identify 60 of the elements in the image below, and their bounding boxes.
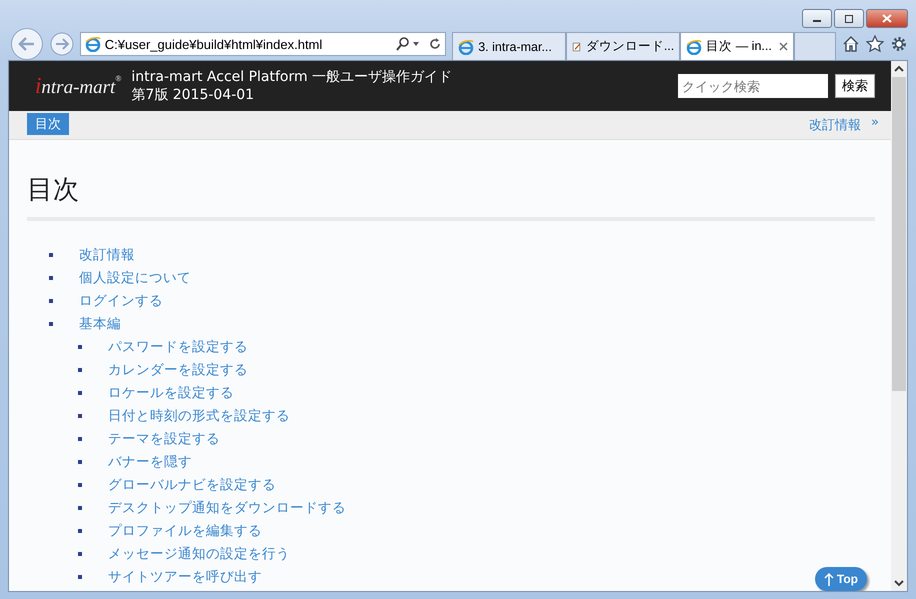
bullet-icon — [49, 322, 53, 326]
toc-link[interactable]: プロファイルを編集する — [108, 522, 262, 540]
arrow-up-icon — [824, 572, 834, 586]
browser-page-icon — [458, 38, 474, 54]
bullet-icon — [78, 506, 82, 510]
toc-link[interactable]: カレンダーを設定する — [108, 360, 248, 378]
toc-link[interactable]: メッセージ通知の設定を行う — [108, 544, 290, 562]
bullet-icon — [78, 528, 82, 532]
top-button[interactable]: Top — [814, 567, 867, 591]
toc-link[interactable]: ロケールを設定する — [108, 384, 234, 402]
address-bar[interactable]: C:¥user_guide¥build¥html¥index.html — [80, 32, 446, 56]
back-button[interactable] — [10, 27, 44, 61]
bullet-icon — [78, 460, 82, 464]
bullet-icon — [78, 482, 82, 486]
bullet-icon — [49, 252, 53, 256]
next-link[interactable]: 改訂情報 — [809, 116, 862, 134]
toc-link[interactable]: ログインする — [79, 292, 163, 310]
search-field[interactable]: クイック検索 — [678, 74, 828, 98]
toc-link[interactable]: 改訂情報 — [79, 246, 135, 264]
guide-title: intra-mart Accel Platform 一般ユーザ操作ガイド — [131, 68, 454, 86]
browser-tab[interactable]: 目次 — in... — [680, 32, 794, 60]
bullet-icon — [78, 552, 82, 556]
browser-page-icon — [84, 36, 101, 52]
edition-text: 第7版 2015-04-01 — [131, 86, 256, 104]
toc-link[interactable]: テーマを設定する — [108, 430, 220, 448]
search-button[interactable]: 検索 — [835, 74, 875, 98]
toc-link[interactable]: デスクトップ通知をダウンロードする — [108, 498, 346, 516]
toc-link[interactable]: グローバルナビを設定する — [108, 476, 276, 494]
close-icon — [882, 14, 892, 23]
bullet-icon — [49, 276, 53, 280]
toc-link[interactable]: 日付と時刻の形式を設定する — [108, 406, 290, 424]
home-icon[interactable] — [842, 35, 860, 53]
toc-link[interactable]: 基本編 — [79, 314, 121, 332]
bullet-icon — [78, 574, 82, 578]
logo[interactable]: intra-mart® — [35, 73, 122, 99]
toc-link[interactable]: サイトツアーを呼び出す — [108, 568, 262, 586]
toc-link[interactable]: パスワードを設定する — [108, 338, 248, 356]
maximize-button[interactable] — [834, 9, 864, 28]
star-icon[interactable] — [866, 35, 884, 53]
next-link[interactable]: » — [871, 115, 879, 130]
bullet-icon — [78, 368, 82, 372]
close-button[interactable] — [866, 9, 908, 28]
bullet-icon — [78, 414, 82, 418]
minimize-button[interactable] — [802, 9, 832, 28]
maximize-icon — [844, 14, 854, 22]
bullet-icon — [78, 390, 82, 394]
bullet-icon — [78, 436, 82, 440]
bullet-icon — [78, 344, 82, 348]
toc-link[interactable]: 目次 — [27, 113, 69, 135]
page-heading: 目次 — [27, 172, 875, 221]
toc-link[interactable]: 個人設定について — [79, 268, 191, 286]
settings-icon[interactable] — [890, 35, 908, 53]
refresh-icon[interactable] — [429, 37, 442, 51]
browser-tab[interactable]: ダウンロード... — [566, 32, 680, 60]
toc-link[interactable]: バナーを隠す — [108, 452, 192, 470]
bullet-icon — [49, 298, 53, 302]
browser-tab[interactable]: 3. intra-mar... — [452, 32, 566, 60]
scrollbar[interactable] — [891, 61, 907, 591]
browser-page-icon — [686, 38, 702, 54]
close-icon[interactable] — [779, 42, 788, 51]
